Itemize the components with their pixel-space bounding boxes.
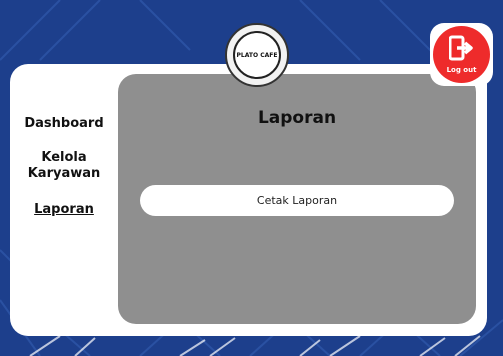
page-title: Laporan [257, 108, 337, 128]
report-content-area: Laporan Cetak Laporan [118, 74, 476, 324]
logo-text: PLATO CAFE [233, 31, 281, 79]
sidebar: Dashboard Kelola Karyawan Laporan [10, 64, 118, 336]
sidebar-item-dashboard[interactable]: Dashboard [10, 116, 118, 132]
logout-badge: Log out [433, 26, 490, 83]
cafe-logo: PLATO CAFE [225, 23, 289, 87]
sidebar-item-kelola-karyawan[interactable]: Kelola Karyawan [10, 150, 118, 182]
sidebar-item-laporan[interactable]: Laporan [10, 202, 118, 218]
print-report-button[interactable]: Cetak Laporan [140, 185, 454, 216]
logout-label: Log out [446, 66, 477, 74]
logout-button[interactable]: Log out [430, 23, 493, 86]
logout-icon [449, 35, 473, 61]
